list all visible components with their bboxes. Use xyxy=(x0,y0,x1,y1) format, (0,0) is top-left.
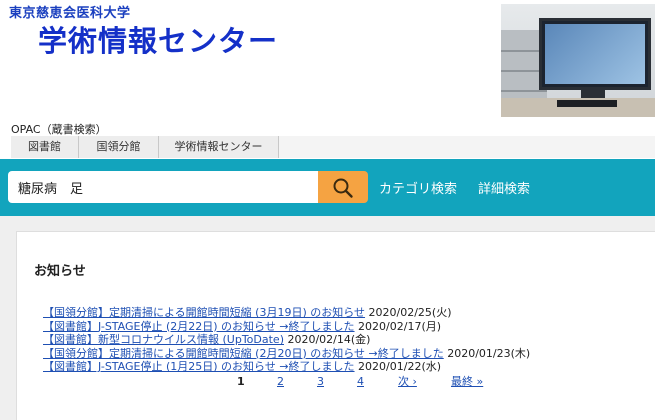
notice-date: 2020/02/25(火) xyxy=(368,306,452,319)
notices-panel: お知らせ 【国領分館】定期清掃による開館時間短縮 (3月19日) のお知らせ 2… xyxy=(16,231,655,420)
search-input[interactable] xyxy=(8,171,319,203)
notice-link[interactable]: 【図書館】J-STAGE停止 (1月25日) のお知らせ →終了しました xyxy=(43,360,355,373)
notice-link[interactable]: 【国領分館】定期清掃による開館時間短縮 (2月20日) のお知らせ →終了しまし… xyxy=(43,347,444,360)
pagination-page-2[interactable]: 2 xyxy=(277,375,284,388)
list-item: 【図書館】J-STAGE停止 (1月25日) のお知らせ →終了しました 202… xyxy=(43,360,530,374)
search-button[interactable] xyxy=(318,171,368,203)
notice-date: 2020/01/22(水) xyxy=(358,360,442,374)
notice-date: 2020/02/14(金) xyxy=(287,333,371,347)
header-photo xyxy=(501,4,655,117)
tab-library[interactable]: 図書館 xyxy=(11,136,79,158)
pagination-page-4[interactable]: 4 xyxy=(357,375,364,388)
pagination-current: 1 xyxy=(237,375,245,388)
category-search-link[interactable]: カテゴリ検索 xyxy=(379,178,457,197)
tab-bar-background xyxy=(279,136,655,158)
list-item: 【国領分館】定期清掃による開館時間短縮 (3月19日) のお知らせ 2020/0… xyxy=(43,306,530,320)
tab-academic-info-center[interactable]: 学術情報センター xyxy=(159,136,279,158)
pagination-page-3[interactable]: 3 xyxy=(317,375,324,388)
advanced-search-link[interactable]: 詳細検索 xyxy=(478,178,530,197)
opac-label: OPAC（蔵書検索） xyxy=(11,123,107,136)
center-title[interactable]: 学術情報センター xyxy=(38,18,278,60)
notices-title: お知らせ xyxy=(34,264,86,279)
tab-kokuryo-branch[interactable]: 国領分館 xyxy=(79,136,159,158)
list-item: 【国領分館】定期清掃による開館時間短縮 (2月20日) のお知らせ →終了しまし… xyxy=(43,347,530,361)
pagination-next[interactable]: 次 › xyxy=(398,375,417,388)
notices-list: 【国領分館】定期清掃による開館時間短縮 (3月19日) のお知らせ 2020/0… xyxy=(43,306,530,374)
site-header: 東京慈恵会医科大学 学術情報センター xyxy=(0,0,655,122)
search-bar xyxy=(0,159,655,216)
list-item: 【図書館】新型コロナウイルス情報 (UpToDate) 2020/02/14(金… xyxy=(43,333,530,347)
notice-date: 2020/01/23(木) xyxy=(447,346,531,360)
notice-date: 2020/02/17(月) xyxy=(358,319,442,333)
pagination-last[interactable]: 最終 » xyxy=(451,375,483,388)
library-tabs: 図書館 国領分館 学術情報センター xyxy=(11,136,279,158)
notice-link[interactable]: 【図書館】J-STAGE停止 (2月22日) のお知らせ →終了しました xyxy=(43,320,355,333)
notice-link[interactable]: 【国領分館】定期清掃による開館時間短縮 (3月19日) のお知らせ xyxy=(43,306,365,319)
search-icon xyxy=(333,178,353,198)
list-item: 【図書館】J-STAGE停止 (2月22日) のお知らせ →終了しました 202… xyxy=(43,320,530,334)
notice-link[interactable]: 【図書館】新型コロナウイルス情報 (UpToDate) xyxy=(43,333,284,346)
